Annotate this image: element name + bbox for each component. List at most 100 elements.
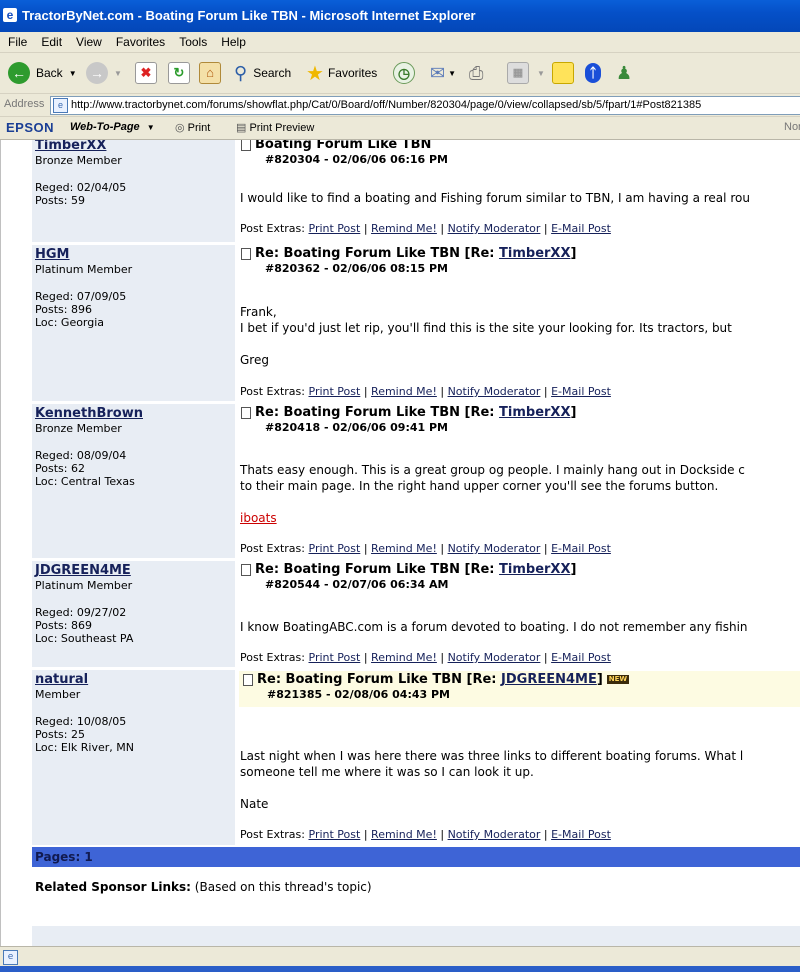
post-body: I would like to find a boating and Fishi… [240,190,750,206]
author-name-link[interactable]: JDGREEN4ME [35,563,131,578]
post-content: Boating Forum Like TBN #820304 - 02/06/0… [237,140,800,242]
stop-icon: ✖ [135,62,157,84]
bottom-strip [32,926,800,946]
related-sponsor-title: Related Sponsor Links: [35,880,191,894]
forward-arrow-icon: → [86,62,108,84]
post-number-date: #820544 - 02/07/06 06:34 AM [265,578,449,591]
print-post-link[interactable]: Print Post [309,385,361,398]
post-content: Re: Boating Forum Like TBN [Re: TimberXX… [237,245,800,401]
favorites-label: Favorites [327,66,378,80]
post-subject: Re: Boating Forum Like TBN [Re: TimberXX… [255,562,576,577]
post-body-line: Greg [240,353,269,367]
re-prefix: [Re: [466,672,497,687]
notify-moderator-link[interactable]: Notify Moderator [448,542,541,555]
edit-button[interactable]: ▦ ▼ [507,59,545,87]
post-subject-text: Re: Boating Forum Like TBN [257,672,462,687]
bluetooth-icon: ᛏ [585,63,601,83]
epson-print-icon: ◎ [175,122,185,134]
notify-moderator-link[interactable]: Notify Moderator [448,651,541,664]
post-number-date: #821385 - 02/08/06 04:43 PM [267,688,451,701]
remind-me-link[interactable]: Remind Me! [371,385,437,398]
stop-button[interactable]: ✖ [135,59,157,87]
address-input[interactable]: e http://www.tractorbynet.com/forums/sho… [50,96,800,115]
post-body: Frank, I bet if you'd just let rip, you'… [240,304,732,368]
refresh-button[interactable]: ↻ [168,59,190,87]
print-post-link[interactable]: Print Post [309,222,361,235]
remind-me-link[interactable]: Remind Me! [371,828,437,841]
print-button[interactable]: ⎙ [469,59,483,87]
sep: | [363,222,368,235]
edit-dropdown-icon[interactable]: ▼ [537,69,545,78]
post-doc-icon [241,564,251,576]
iboats-link[interactable]: iboats [240,511,277,525]
email-post-link[interactable]: E-Mail Post [551,542,611,555]
mail-dropdown-icon[interactable]: ▼ [448,69,456,78]
author-post-count: Posts: 59 [35,194,85,207]
sep: | [543,651,548,664]
author-name-link[interactable]: TimberXX [35,140,106,153]
bluetooth-button[interactable]: ᛏ [585,59,601,87]
author-rank: Platinum Member [35,579,133,592]
epson-print-button[interactable]: ◎ Print [175,121,210,134]
email-post-link[interactable]: E-Mail Post [551,385,611,398]
menu-favorites[interactable]: Favorites [108,32,171,52]
sep: | [543,222,548,235]
post-body-line: to their main page. In the right hand up… [240,479,719,493]
author-name-link[interactable]: HGM [35,247,70,262]
email-post-link[interactable]: E-Mail Post [551,828,611,841]
menu-view[interactable]: View [68,32,108,52]
menu-edit[interactable]: Edit [33,32,68,52]
post-author-panel: HGM Platinum Member Reged: 07/09/05 Post… [32,245,235,401]
menu-help[interactable]: Help [213,32,252,52]
toolbar: ← Back ▼ → ▼ ✖ ↻ ⌂ ⚲ Search ★ Favorites … [0,53,800,94]
post-body-line: Last night when I was here there was thr… [240,749,744,763]
menu-file[interactable]: File [0,32,33,52]
notify-moderator-link[interactable]: Notify Moderator [448,828,541,841]
author-post-count: Posts: 25 [35,728,85,741]
re-user-link[interactable]: TimberXX [499,246,570,261]
epson-print-preview-button[interactable]: ▤ Print Preview [236,121,314,134]
re-user-link[interactable]: TimberXX [499,562,570,577]
print-post-link[interactable]: Print Post [309,828,361,841]
mail-button[interactable]: ✉ ▼ [430,59,456,87]
favorites-button[interactable]: ★ Favorites [306,59,377,87]
print-post-link[interactable]: Print Post [309,542,361,555]
forward-button[interactable]: → ▼ [86,59,122,87]
taskbar-edge [0,966,800,972]
author-location: Loc: Central Texas [35,475,135,488]
remind-me-link[interactable]: Remind Me! [371,542,437,555]
menu-tools[interactable]: Tools [171,32,213,52]
author-location: Loc: Georgia [35,316,105,329]
notify-moderator-link[interactable]: Notify Moderator [448,222,541,235]
post-author-panel: JDGREEN4ME Platinum Member Reged: 09/27/… [32,561,235,667]
messenger-button[interactable]: ♟ [616,59,632,87]
discuss-button[interactable] [552,59,574,87]
author-name-link[interactable]: natural [35,672,88,687]
search-button[interactable]: ⚲ Search [234,59,291,87]
back-dropdown-icon[interactable]: ▼ [69,69,77,78]
re-user-link[interactable]: JDGREEN4ME [501,672,597,687]
post-body-line: I know BoatingABC.com is a forum devoted… [240,620,748,634]
email-post-link[interactable]: E-Mail Post [551,651,611,664]
post-body: Last night when I was here there was thr… [240,748,743,812]
home-button[interactable]: ⌂ [199,59,221,87]
related-sponsor-note: (Based on this thread's topic) [194,880,372,894]
author-name-link[interactable]: KennethBrown [35,406,143,421]
forward-dropdown-icon[interactable]: ▼ [114,69,122,78]
post-subject: Re: Boating Forum Like TBN [Re: TimberXX… [255,405,576,420]
print-post-link[interactable]: Print Post [309,651,361,664]
remind-me-link[interactable]: Remind Me! [371,651,437,664]
re-user-link[interactable]: TimberXX [499,405,570,420]
remind-me-link[interactable]: Remind Me! [371,222,437,235]
home-icon: ⌂ [199,62,221,84]
address-url: http://www.tractorbynet.com/forums/showf… [71,99,702,111]
window-titlebar: e TractorByNet.com - Boating Forum Like … [0,0,800,32]
email-post-link[interactable]: E-Mail Post [551,222,611,235]
re-suffix: ] [570,246,577,261]
status-bar: e [0,946,800,967]
web-to-page-menu[interactable]: Web-To-Page ▼ [70,121,155,133]
notify-moderator-link[interactable]: Notify Moderator [448,385,541,398]
post-number-date: #820362 - 02/06/06 08:15 PM [265,262,449,275]
back-button[interactable]: ← Back ▼ [8,59,77,87]
history-button[interactable]: ◷ [393,59,415,87]
